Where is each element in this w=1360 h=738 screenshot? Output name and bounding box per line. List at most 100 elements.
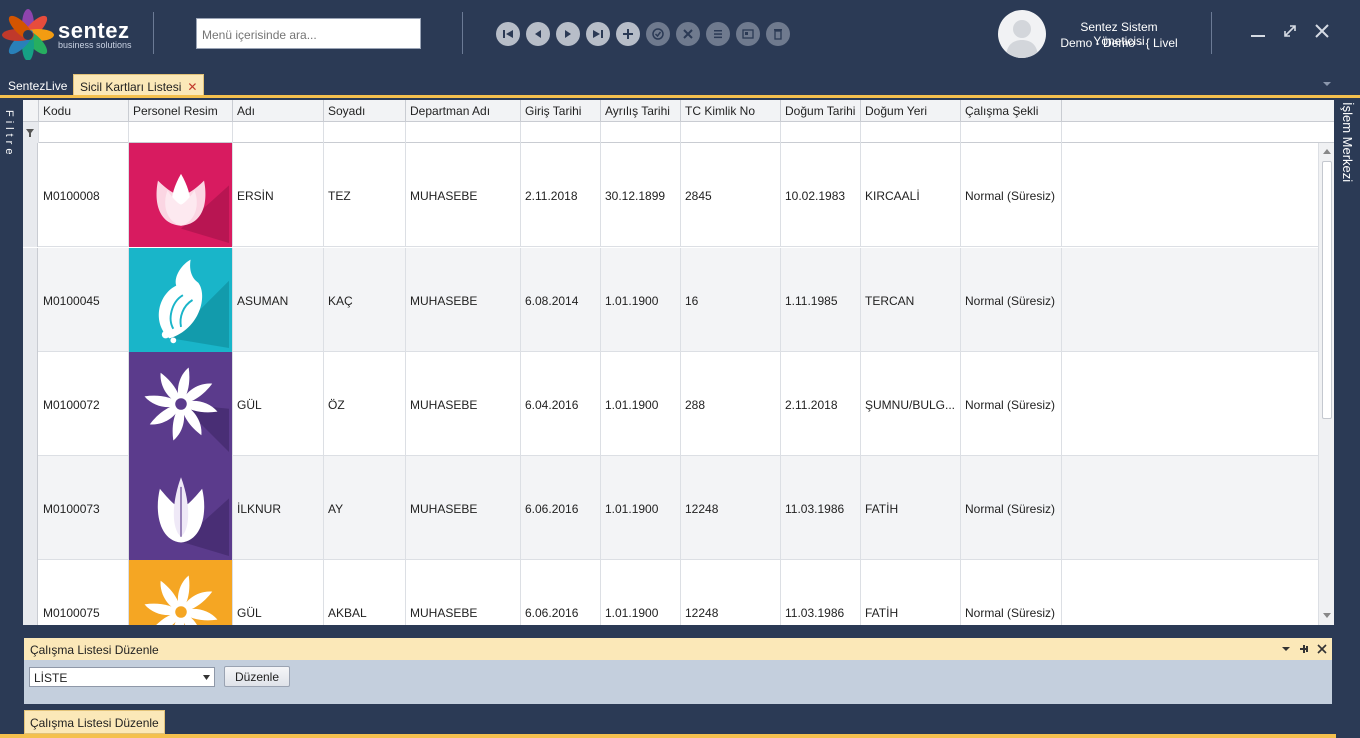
filter-cell[interactable] [681, 122, 781, 143]
approve-button[interactable] [646, 22, 670, 46]
previous-record-button[interactable] [526, 22, 550, 46]
column-header-kodu[interactable]: Kodu [39, 100, 129, 122]
operations-rail[interactable]: İşlem Merkezi [1336, 98, 1360, 738]
cell-adi: İLKNUR [233, 456, 324, 560]
filter-rail[interactable]: Filtre [0, 98, 22, 628]
scroll-down-icon[interactable] [1323, 613, 1331, 619]
scroll-up-icon[interactable] [1323, 148, 1331, 154]
play-back-icon [535, 30, 541, 38]
purple-tulip-icon [157, 477, 229, 556]
table-row[interactable]: M0100045 ASUMAN KAÇ MUHASEBE 6.08.2014 1… [23, 248, 1318, 352]
column-header-tc[interactable]: TC Kimlik No [681, 100, 781, 122]
filter-cell[interactable] [601, 122, 681, 143]
logo-flower-icon [2, 9, 54, 60]
menu-search-input[interactable] [202, 28, 415, 42]
plus-icon [623, 29, 633, 39]
tab-sentezlive[interactable]: SentezLive [2, 74, 73, 96]
pin-icon[interactable] [1298, 643, 1310, 655]
cell-departman: MUHASEBE [406, 143, 521, 247]
filter-cell[interactable] [961, 122, 1062, 143]
column-header-departman[interactable]: Departman Adı [406, 100, 521, 122]
cell-personel-resim [129, 560, 233, 625]
list-button[interactable] [706, 22, 730, 46]
filter-rail-label: Filtre [3, 110, 15, 159]
filter-cell[interactable] [861, 122, 961, 143]
column-header-soyadi[interactable]: Soyadı [324, 100, 406, 122]
column-header-calisma[interactable]: Çalışma Şekli [961, 100, 1062, 122]
filter-cell[interactable] [406, 122, 521, 143]
add-button[interactable] [616, 22, 640, 46]
last-record-button[interactable] [586, 22, 610, 46]
close-icon[interactable] [1313, 22, 1331, 40]
skip-forward-icon [593, 30, 603, 38]
maximize-icon[interactable] [1281, 22, 1299, 40]
scrollbar-thumb[interactable] [1322, 161, 1332, 419]
filter-cell[interactable] [39, 122, 129, 143]
row-indicator[interactable] [23, 560, 38, 625]
column-header-dogum[interactable]: Doğum Tarihi [781, 100, 861, 122]
grid-vertical-scrollbar[interactable] [1318, 143, 1334, 625]
app-logo: sentez business solutions [2, 8, 142, 60]
first-record-button[interactable] [496, 22, 520, 46]
user-avatar[interactable] [998, 10, 1046, 58]
column-header-adi[interactable]: Adı [233, 100, 324, 122]
cell-dogum: 11.03.1986 [781, 560, 861, 625]
column-header-resim[interactable]: Personel Resim [129, 100, 233, 122]
delete-button[interactable] [766, 22, 790, 46]
check-circle-icon [652, 28, 664, 40]
column-header-giris[interactable]: Giriş Tarihi [521, 100, 601, 122]
tab-sicil-kartlari[interactable]: Sicil Kartları Listesi ✕ [73, 74, 205, 96]
filter-row[interactable] [23, 122, 1334, 143]
tab-menu-chevron-down-icon[interactable] [1322, 80, 1332, 88]
cell-kodu: M0100045 [39, 248, 129, 352]
column-header-ayrilis[interactable]: Ayrılış Tarihi [601, 100, 681, 122]
tab-close-icon[interactable]: ✕ [187, 80, 197, 94]
cell-tc: 2845 [681, 143, 781, 247]
play-icon [565, 30, 571, 38]
cell-dogum: 11.03.1986 [781, 456, 861, 560]
flower-image [129, 560, 232, 625]
tulip-image [129, 143, 232, 247]
cell-tc: 12248 [681, 456, 781, 560]
cell-calisma: Normal (Süresiz) [961, 248, 1062, 352]
filter-cell[interactable] [521, 122, 601, 143]
cell-ayrilis: 1.01.1900 [601, 560, 681, 625]
cell-soyadi: ÖZ [324, 352, 406, 456]
purple-flower-icon [144, 367, 229, 452]
card-button[interactable] [736, 22, 760, 46]
row-indicator[interactable] [23, 456, 38, 560]
table-row[interactable]: M0100073 İLKNUR AY MUHASEBE 6.06.2016 1.… [23, 456, 1318, 560]
cell-adi: GÜL [233, 352, 324, 456]
trash-icon [774, 29, 782, 40]
menu-search[interactable] [196, 18, 421, 49]
panel-close-icon[interactable] [1316, 643, 1328, 655]
next-record-button[interactable] [556, 22, 580, 46]
row-indicator[interactable] [23, 248, 38, 352]
minimize-icon[interactable] [1249, 22, 1267, 40]
panel-tab[interactable]: Çalışma Listesi Düzenle [24, 710, 165, 734]
column-header-dogum-yeri[interactable]: Doğum Yeri [861, 100, 961, 122]
divider [153, 12, 154, 54]
cell-adi: ASUMAN [233, 248, 324, 352]
filter-cell[interactable] [129, 122, 233, 143]
cell-ayrilis: 30.12.1899 [601, 143, 681, 247]
cell-dogum: 1.11.1985 [781, 248, 861, 352]
cancel-button[interactable] [676, 22, 700, 46]
table-row[interactable]: M0100008 ERSİN TEZ MUHASEBE 2.11.2018 30… [23, 143, 1318, 247]
row-indicator[interactable] [23, 352, 38, 456]
chevron-down-icon[interactable] [203, 675, 210, 680]
table-row[interactable]: M0100072 GÜL ÖZ MUHASEBE 6.04.2016 1.01.… [23, 352, 1318, 456]
cell-calisma: Normal (Süresiz) [961, 456, 1062, 560]
filter-cell[interactable] [781, 122, 861, 143]
work-list-select[interactable]: LİSTE [29, 667, 215, 687]
filter-indicator [23, 122, 39, 143]
edit-button[interactable]: Düzenle [224, 666, 290, 687]
filter-cell[interactable] [324, 122, 406, 143]
table-row[interactable]: M0100075 GÜL AKBAL MUHASEBE 6.06.2016 1.… [23, 560, 1318, 625]
cell-personel-resim [129, 456, 233, 560]
grid-header: Kodu Personel Resim Adı Soyadı Departman… [23, 100, 1334, 122]
divider [462, 12, 463, 54]
panel-dropdown-chevron-down-icon[interactable] [1280, 643, 1292, 655]
filter-cell[interactable] [233, 122, 324, 143]
row-indicator[interactable] [23, 143, 38, 247]
